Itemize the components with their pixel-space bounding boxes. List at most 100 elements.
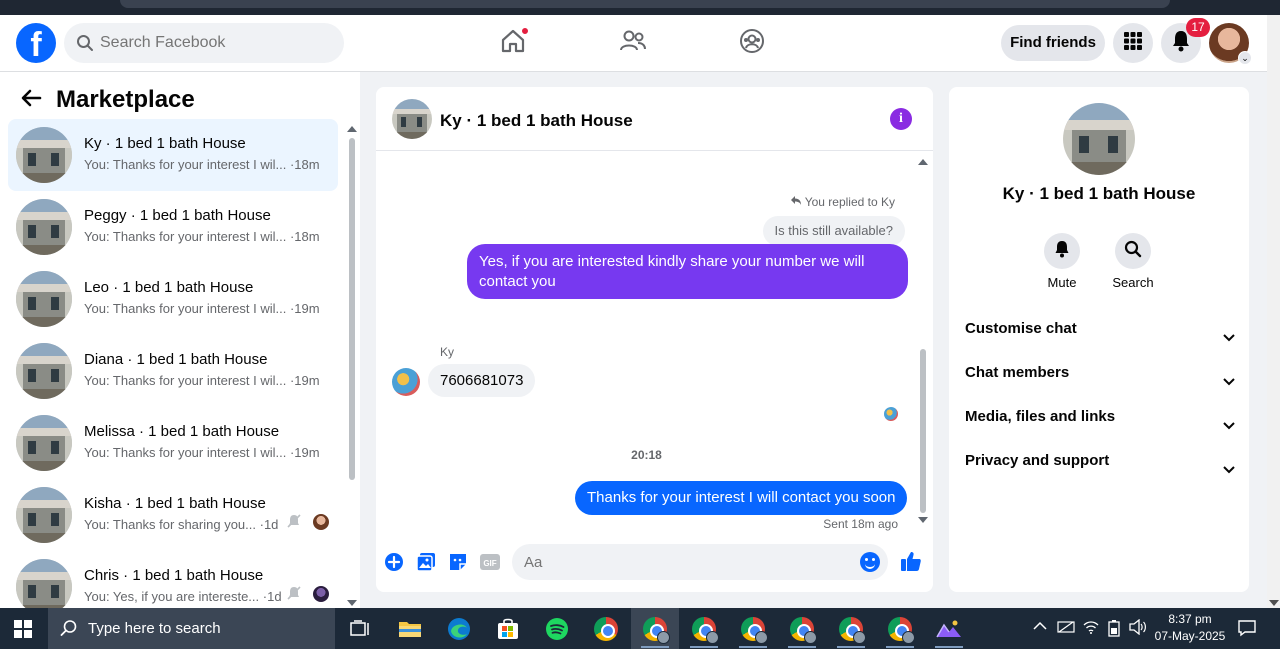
sender-name: Ky bbox=[440, 345, 455, 359]
sender-avatar[interactable] bbox=[392, 368, 420, 396]
mute-button[interactable]: Mute bbox=[1032, 233, 1092, 290]
listing-thumbnail bbox=[16, 127, 72, 183]
scroll-down-icon[interactable] bbox=[1269, 600, 1279, 606]
scroll-up-icon[interactable] bbox=[918, 159, 928, 165]
page-title: Marketplace bbox=[56, 86, 195, 113]
search-input[interactable] bbox=[100, 23, 336, 63]
outgoing-message[interactable]: Yes, if you are interested kindly share … bbox=[467, 244, 908, 299]
read-receipt-avatar bbox=[884, 407, 898, 421]
scrollbar-thumb[interactable] bbox=[920, 349, 926, 513]
chat-details-panel: Ky · 1 bed 1 bath House Mute Search Cust… bbox=[949, 87, 1249, 592]
conversation-name: Chris · 1 bed 1 bath House bbox=[84, 567, 264, 584]
seen-avatar bbox=[313, 586, 329, 602]
photo-gallery-icon[interactable] bbox=[416, 552, 436, 572]
chat-listing-thumbnail[interactable] bbox=[392, 99, 432, 139]
chrome-profile-icon[interactable] bbox=[778, 608, 826, 649]
details-title: Ky · 1 bed 1 bath House bbox=[1002, 184, 1196, 203]
chrome-profile-icon[interactable] bbox=[729, 608, 777, 649]
bell-icon bbox=[1054, 240, 1070, 263]
message-input-box[interactable] bbox=[512, 544, 888, 580]
spotify-icon[interactable] bbox=[533, 608, 581, 649]
chevron-down-icon: ⌄ bbox=[1238, 51, 1252, 65]
conversation-item[interactable]: Kisha · 1 bed 1 bath House You: Thanks f… bbox=[8, 479, 338, 551]
facebook-logo[interactable]: f bbox=[16, 23, 56, 63]
chat-scrollbar[interactable] bbox=[918, 157, 928, 525]
customise-chat-section[interactable]: Customise chat bbox=[965, 314, 1235, 344]
volume-icon[interactable] bbox=[1129, 618, 1147, 638]
gif-icon[interactable]: GIF bbox=[480, 552, 500, 572]
reply-indicator: You replied to Ky bbox=[790, 195, 895, 209]
find-friends-button[interactable]: Find friends bbox=[1001, 25, 1105, 61]
edge-icon[interactable] bbox=[435, 608, 483, 649]
chrome-profile-icon[interactable] bbox=[876, 608, 924, 649]
details-listing-thumbnail[interactable] bbox=[1063, 103, 1135, 175]
photo-app-icon[interactable] bbox=[925, 608, 973, 649]
back-arrow-icon[interactable] bbox=[20, 88, 42, 113]
listing-thumbnail bbox=[16, 199, 72, 255]
battery-icon[interactable] bbox=[1107, 619, 1121, 640]
plus-circle-icon[interactable] bbox=[384, 552, 404, 572]
windows-taskbar: Type here to search 8:37 pm 07-May-2025 bbox=[0, 608, 1280, 649]
chrome-profile-icon[interactable] bbox=[631, 608, 679, 649]
search-bar[interactable] bbox=[64, 23, 344, 63]
marketplace-chat-list: Marketplace Ky · 1 bed 1 bath House You:… bbox=[0, 72, 360, 615]
chevron-up-icon[interactable] bbox=[1033, 620, 1047, 634]
keyboard-status-icon[interactable] bbox=[1057, 620, 1075, 637]
conversation-item[interactable]: Peggy · 1 bed 1 bath House You: Thanks f… bbox=[8, 191, 338, 263]
thumbs-up-icon[interactable] bbox=[900, 550, 922, 572]
chat-title[interactable]: Ky · 1 bed 1 bath House bbox=[440, 111, 633, 131]
notification-center-icon[interactable] bbox=[1237, 619, 1257, 642]
nav-home[interactable] bbox=[495, 25, 531, 61]
scroll-down-icon[interactable] bbox=[918, 517, 928, 523]
menu-button[interactable] bbox=[1113, 23, 1153, 63]
file-explorer-icon[interactable] bbox=[386, 608, 434, 649]
scroll-down-icon[interactable] bbox=[347, 600, 357, 606]
conversation-item[interactable]: Diana · 1 bed 1 bath House You: Thanks f… bbox=[8, 335, 338, 407]
nav-friends[interactable] bbox=[615, 25, 651, 61]
conversation-item[interactable]: Melissa · 1 bed 1 bath House You: Thanks… bbox=[8, 407, 338, 479]
chevron-down-icon bbox=[1223, 455, 1235, 485]
conversation-item[interactable]: Leo · 1 bed 1 bath House You: Thanks for… bbox=[8, 263, 338, 335]
page-scrollbar[interactable] bbox=[1267, 15, 1280, 608]
conversation-name: Peggy · 1 bed 1 bath House bbox=[84, 207, 271, 224]
microsoft-store-icon[interactable] bbox=[484, 608, 532, 649]
quoted-message[interactable]: Is this still available? bbox=[762, 216, 905, 246]
listing-thumbnail bbox=[16, 343, 72, 399]
outgoing-message[interactable]: Thanks for your interest I will contact … bbox=[575, 481, 908, 515]
privacy-support-section[interactable]: Privacy and support bbox=[965, 446, 1235, 476]
search-icon bbox=[1124, 240, 1142, 263]
svg-text:GIF: GIF bbox=[483, 559, 496, 568]
sticker-icon[interactable] bbox=[448, 552, 468, 572]
search-in-chat-button[interactable]: Search bbox=[1103, 233, 1163, 290]
account-avatar[interactable]: ⌄ bbox=[1209, 23, 1252, 65]
emoji-icon[interactable] bbox=[860, 552, 880, 572]
taskbar-clock[interactable]: 8:37 pm 07-May-2025 bbox=[1150, 611, 1230, 645]
scroll-up-icon[interactable] bbox=[347, 126, 357, 132]
wifi-icon[interactable] bbox=[1083, 619, 1099, 638]
conversation-preview: You: Thanks for your interest I wil... ·… bbox=[84, 445, 320, 460]
conversation-name: Kisha · 1 bed 1 bath House bbox=[84, 495, 266, 512]
conversation-preview: You: Thanks for your interest I wil... ·… bbox=[84, 229, 320, 244]
browser-tab-bar bbox=[120, 0, 1170, 8]
chat-members-section[interactable]: Chat members bbox=[965, 358, 1235, 388]
scrollbar-thumb[interactable] bbox=[349, 138, 355, 480]
windows-start-icon[interactable] bbox=[14, 620, 32, 638]
task-view-icon[interactable] bbox=[336, 608, 384, 649]
chevron-down-icon bbox=[1223, 323, 1235, 353]
incoming-message[interactable]: 7606681073 bbox=[428, 364, 536, 397]
conversation-item[interactable]: Ky · 1 bed 1 bath House You: Thanks for … bbox=[8, 119, 338, 191]
info-icon[interactable]: i bbox=[890, 108, 912, 130]
media-files-links-section[interactable]: Media, files and links bbox=[965, 402, 1235, 432]
taskbar-search-text: Type here to search bbox=[88, 620, 221, 637]
chrome-profile-icon[interactable] bbox=[827, 608, 875, 649]
chrome-icon[interactable] bbox=[582, 608, 630, 649]
taskbar-search[interactable]: Type here to search bbox=[48, 608, 335, 649]
conversation-preview: You: Yes, if you are intereste... ·1d bbox=[84, 589, 282, 604]
message-composer: GIF bbox=[376, 542, 933, 582]
conversation-list-scrollbar[interactable] bbox=[347, 124, 357, 608]
nav-groups[interactable] bbox=[734, 25, 770, 61]
chrome-profile-icon[interactable] bbox=[680, 608, 728, 649]
message-input[interactable] bbox=[524, 544, 844, 580]
grid-menu-icon bbox=[1123, 31, 1143, 56]
muted-bell-icon bbox=[286, 513, 302, 534]
